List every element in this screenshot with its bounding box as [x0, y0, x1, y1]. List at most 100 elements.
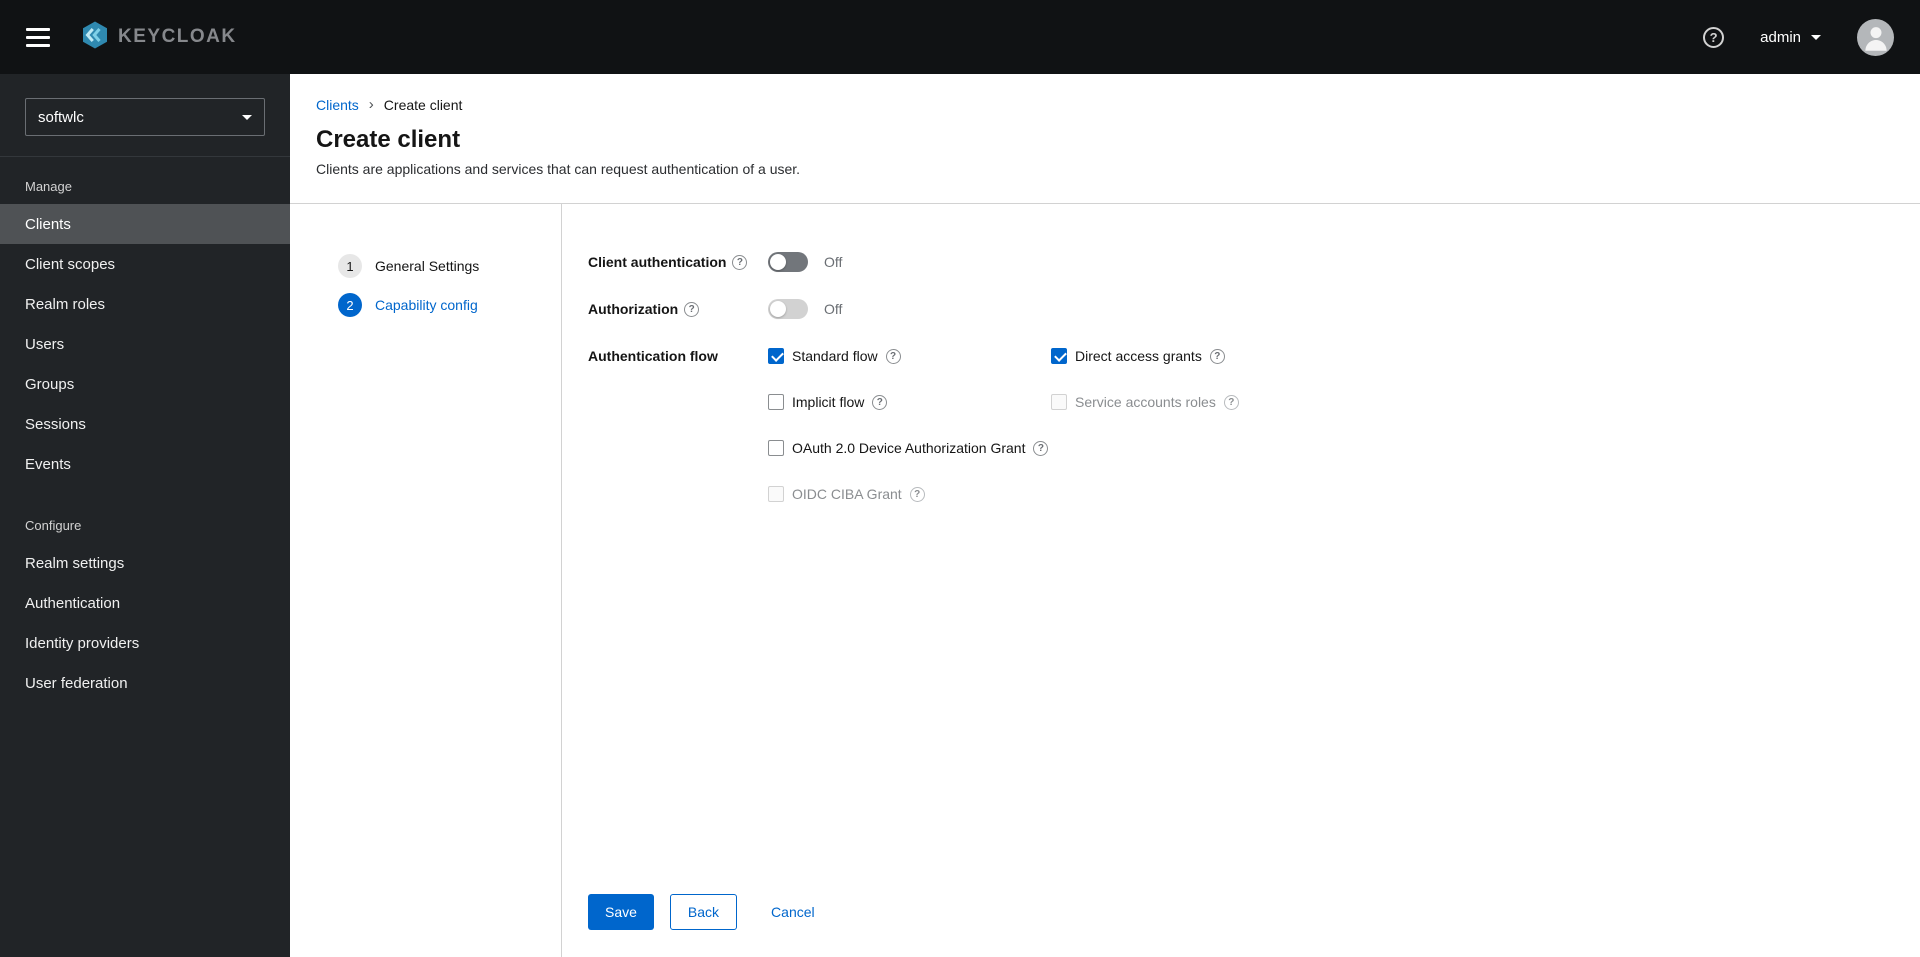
- page-title: Create client: [316, 126, 461, 153]
- nav-section-manage: Manage Clients Client scopes Realm roles…: [0, 173, 290, 484]
- checkbox-checked-icon[interactable]: [768, 348, 784, 364]
- sidebar-item-user-federation[interactable]: User federation: [0, 663, 290, 703]
- help-icon[interactable]: [732, 254, 748, 270]
- save-button[interactable]: Save: [588, 894, 654, 930]
- wizard-nav: 1 General Settings 2 Capability config: [290, 204, 562, 957]
- checkbox-disabled-icon: [1051, 394, 1067, 410]
- header-right: admin: [1703, 18, 1894, 56]
- breadcrumb-current: Create client: [383, 96, 463, 113]
- help-icon[interactable]: [885, 348, 901, 364]
- client-authentication-toggle[interactable]: [768, 252, 808, 272]
- field-label-text: Client authentication: [588, 254, 727, 270]
- username-label: admin: [1760, 28, 1801, 46]
- checkbox-service-accounts-roles: Service accounts roles: [1051, 392, 1239, 412]
- field-label-text: Authentication flow: [588, 348, 718, 364]
- help-icon[interactable]: [909, 486, 925, 502]
- sidebar-item-users[interactable]: Users: [0, 324, 290, 364]
- breadcrumb: Clients Create client: [316, 96, 1892, 113]
- checkbox-oauth-device-authorization-grant[interactable]: OAuth 2.0 Device Authorization Grant: [768, 438, 1051, 458]
- authorization-label: Authorization: [588, 301, 768, 317]
- sidebar-item-realm-settings[interactable]: Realm settings: [0, 543, 290, 583]
- realm-selector-dropdown[interactable]: softwlc: [25, 98, 265, 136]
- checkbox-disabled-icon: [768, 486, 784, 502]
- nav-section-configure: Configure Realm settings Authentication …: [0, 512, 290, 703]
- checkbox-standard-flow[interactable]: Standard flow: [768, 346, 1051, 366]
- realm-name: softwlc: [38, 108, 84, 126]
- cancel-button[interactable]: Cancel: [765, 894, 821, 930]
- sidebar-item-clients[interactable]: Clients: [0, 204, 290, 244]
- sidebar-item-realm-roles[interactable]: Realm roles: [0, 284, 290, 324]
- switch-knob: [770, 301, 786, 317]
- keycloak-logo-icon: [80, 20, 110, 55]
- checkbox-direct-access-grants[interactable]: Direct access grants: [1051, 346, 1239, 366]
- brand-logo[interactable]: KEYCLOAK: [80, 20, 237, 55]
- realm-selector-area: softwlc: [0, 74, 290, 157]
- checkbox-oidc-ciba-grant: OIDC CIBA Grant: [768, 484, 1051, 504]
- checkbox-label: Standard flow: [792, 348, 878, 364]
- form-actions: Save Back Cancel: [588, 894, 1880, 930]
- authentication-flow-row: Authentication flow Standard flow Direct…: [588, 346, 1880, 504]
- back-button[interactable]: Back: [669, 894, 738, 930]
- page-header: Clients Create client Create client Clie…: [290, 74, 1920, 204]
- help-icon[interactable]: [1209, 348, 1225, 364]
- wizard-step-capability-config[interactable]: 2 Capability config: [338, 293, 561, 317]
- hamburger-bar: [26, 27, 50, 31]
- app-root: KEYCLOAK admin softwlc: [0, 0, 1920, 957]
- hamburger-menu-icon[interactable]: [26, 24, 50, 51]
- sidebar-item-events[interactable]: Events: [0, 444, 290, 484]
- checkbox-implicit-flow[interactable]: Implicit flow: [768, 392, 1051, 412]
- chevron-down-icon: [242, 114, 252, 120]
- wizard-body: 1 General Settings 2 Capability config C…: [290, 204, 1920, 957]
- checkbox-label: OIDC CIBA Grant: [792, 486, 902, 502]
- help-icon[interactable]: [872, 394, 888, 410]
- switch-knob: [770, 254, 786, 270]
- sidebar-item-client-scopes[interactable]: Client scopes: [0, 244, 290, 284]
- step-label: Capability config: [375, 297, 478, 313]
- help-icon[interactable]: [684, 301, 700, 317]
- client-authentication-row: Client authentication Off: [588, 252, 1880, 272]
- hamburger-bar: [26, 43, 50, 47]
- checkbox-label: Implicit flow: [792, 394, 865, 410]
- step-number: 2: [338, 293, 362, 317]
- nav-section-title: Manage: [25, 179, 72, 194]
- avatar[interactable]: [1857, 18, 1894, 56]
- field-label-text: Authorization: [588, 301, 679, 317]
- authentication-flow-label: Authentication flow: [588, 346, 768, 364]
- sidebar-item-sessions[interactable]: Sessions: [0, 404, 290, 444]
- step-label: General Settings: [375, 258, 480, 274]
- authorization-row: Authorization Off: [588, 299, 1880, 319]
- checkbox-unchecked-icon[interactable]: [768, 394, 784, 410]
- sidebar: softwlc Manage Clients Client scopes Rea…: [0, 74, 290, 957]
- checkbox-checked-icon[interactable]: [1051, 348, 1067, 364]
- chevron-down-icon: [1811, 34, 1821, 40]
- capability-config-form: Client authentication Off Authorization: [562, 204, 1920, 957]
- sidebar-item-groups[interactable]: Groups: [0, 364, 290, 404]
- sidebar-nav: Manage Clients Client scopes Realm roles…: [0, 157, 290, 703]
- help-icon[interactable]: [1223, 394, 1239, 410]
- authorization-toggle: [768, 299, 808, 319]
- checkbox-label: Service accounts roles: [1075, 394, 1216, 410]
- authorization-state: Off: [824, 301, 843, 317]
- breadcrumb-link-clients[interactable]: Clients: [316, 97, 359, 113]
- sidebar-item-authentication[interactable]: Authentication: [0, 583, 290, 623]
- help-icon[interactable]: [1033, 440, 1049, 456]
- masthead: KEYCLOAK admin: [0, 0, 1920, 74]
- help-icon[interactable]: [1703, 26, 1725, 48]
- client-authentication-label: Client authentication: [588, 254, 768, 270]
- user-avatar-icon: [1861, 23, 1891, 56]
- breadcrumb-separator-icon: [369, 96, 374, 113]
- checkbox-label: OAuth 2.0 Device Authorization Grant: [792, 440, 1026, 456]
- client-authentication-state: Off: [824, 254, 843, 270]
- brand-text: KEYCLOAK: [118, 26, 237, 47]
- user-menu[interactable]: admin: [1760, 29, 1821, 46]
- checkbox-unchecked-icon[interactable]: [768, 440, 784, 456]
- sidebar-item-identity-providers[interactable]: Identity providers: [0, 623, 290, 663]
- checkbox-label: Direct access grants: [1075, 348, 1202, 364]
- nav-section-title: Configure: [25, 518, 82, 533]
- step-number: 1: [338, 254, 362, 278]
- wizard-step-general-settings[interactable]: 1 General Settings: [338, 254, 561, 278]
- authentication-flow-options: Standard flow Direct access grants Imp: [768, 346, 1239, 504]
- main-content: Clients Create client Create client Clie…: [290, 74, 1920, 957]
- hamburger-bar: [26, 35, 50, 39]
- page-subtitle: Clients are applications and services th…: [316, 161, 801, 177]
